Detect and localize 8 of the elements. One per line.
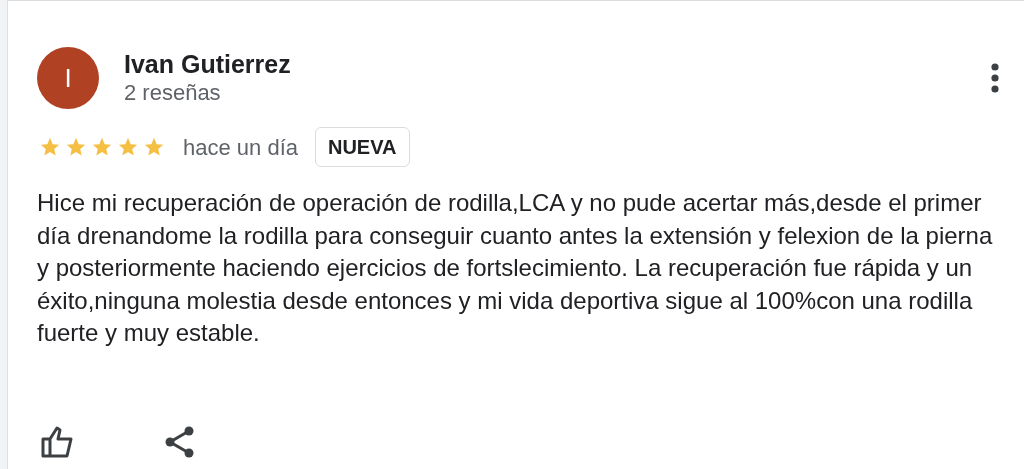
review-text: Hice mi recuperación de operación de rodilla,LCA y no pude acertar más,desde el primer día drenandome la rodilla para conseguir cuanto antes la extensión y felexion de la pierna y posteriormente haciendo ejercicios de fortslecimiento. La recuperación fue rápida y un éxito,ninguna molestia desde entonces y mi vida deportiva sigue al 100%con una rodilla fuerte y muy estable. <box>37 188 994 348</box>
review-time: hace un día <box>183 133 298 162</box>
share-icon[interactable] <box>164 425 196 459</box>
avatar[interactable]: I <box>37 47 99 109</box>
new-badge: NUEVA <box>315 127 410 167</box>
author-name[interactable]: Ivan Gutierrez <box>124 49 991 79</box>
more-options-icon[interactable] <box>991 63 999 93</box>
review-count: 2 reseñas <box>124 79 222 107</box>
